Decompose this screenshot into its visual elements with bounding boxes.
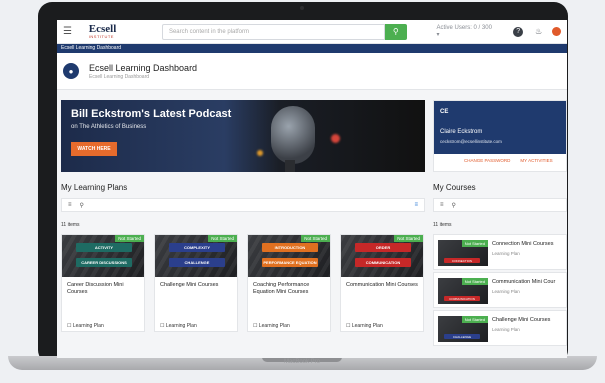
card-footer-label: Learning Plan [165,323,197,329]
search-icon: ⚲ [392,27,399,36]
card-title: Challenge Mini Courses [160,282,219,288]
page-title: Ecsell Learning Dashboard [89,62,198,73]
topic-pill: COMPLEXITY [169,243,225,252]
banner-title: Bill Eckstrom's Latest Podcast [71,108,232,120]
topic-pill: PERFORMANCE EQUATION [262,258,318,267]
card-title: Coaching Performance Equation Mini Cours… [253,282,310,296]
card-footer: ☐ Learning Plan [160,323,197,329]
breadcrumb: Ecsell Learning Dashboard [57,44,567,53]
status-badge: Not Started [461,278,488,285]
card-title: Career Discussion Mini Courses [67,282,124,296]
learning-plan-card[interactable]: Not Started INTRODUCTION PERFORMANCE EQU… [247,234,331,332]
course-thumbnail: Not Started CONNECTION [438,240,488,266]
profile-name: Claire Eckstrom [440,129,483,135]
learning-plans-filterbar: ≡ ⚲ ≡ [61,198,425,212]
profile-card: CE Claire Eckstrom ceckstrom@ecsellinsti… [433,100,567,172]
card-footer-label: Learning Plan [72,323,104,329]
course-thumbnail: Not Started CHALLENGE [438,316,488,342]
learning-plan-card[interactable]: Not Started ORDER COMMUNICATION Communic… [340,234,424,332]
bokeh-light [331,134,340,143]
avatar[interactable] [552,27,561,36]
card-footer: ☐ Learning Plan [346,323,383,329]
logo-subtext: INSTITUTE [88,34,114,39]
search-icon[interactable]: ⚲ [452,202,456,209]
course-row[interactable]: Not Started COMMUNICATION Communication … [433,272,567,308]
topic-pill: ORDER [355,243,411,252]
top-navbar: ☰ Ecsell INSTITUTE Search content in the… [57,20,567,44]
microphone-image [271,106,315,164]
podcast-banner[interactable]: Bill Eckstrom's Latest Podcast on The At… [61,100,425,172]
search-icon[interactable]: ⚲ [80,202,84,209]
filter-icon[interactable]: ≡ [68,202,72,208]
topic-pill: COMMUNICATION [355,258,411,267]
active-users-dropdown[interactable]: Active Users: 0 / 300 ▾ [437,25,496,38]
topic-pill: INTRODUCTION [262,243,318,252]
status-badge: Not Started [115,235,144,242]
course-thumbnail: Not Started COMMUNICATION [438,278,488,304]
status-badge: Not Started [461,316,488,323]
card-title: Communication Mini Courses [346,282,418,288]
course-title: Challenge Mini Courses [492,317,551,323]
status-badge: Not Started [208,235,237,242]
app-screen: ☰ Ecsell INSTITUTE Search content in the… [57,20,567,358]
microphone-stand [285,160,295,172]
page-subtitle: Ecsell Learning Dashboard [89,73,150,80]
course-subtitle: Learning Plan [492,251,520,256]
topic-pill: CAREER DISCUSSIONS [76,258,132,267]
logo[interactable]: Ecsell INSTITUTE [89,24,124,39]
camera-icon [300,6,304,10]
bokeh-light [257,150,263,156]
search-button[interactable]: ⚲ [385,23,407,40]
device-label: MacBook Pro [283,359,320,365]
page-header: ● Ecsell Learning Dashboard Ecsell Learn… [57,53,567,90]
topic-pill: ACTIVITY [76,243,132,252]
status-badge: Not Started [461,240,488,247]
help-icon[interactable]: ? [513,26,524,37]
course-row[interactable]: Not Started CONNECTION Connection Mini C… [433,234,567,270]
banner-subtitle: on The Athletics of Business [71,124,147,130]
my-courses-title: My Courses [433,183,476,192]
card-thumbnail: Not Started ORDER COMMUNICATION [341,235,423,277]
chat-icon: ☐ [253,323,258,329]
search-input[interactable]: Search content in the platform [161,23,386,40]
card-footer: ☐ Learning Plan [253,323,290,329]
bell-icon[interactable]: ♨ [535,27,542,36]
sort-icon[interactable]: ≡ [414,202,418,208]
chat-icon: ☐ [67,323,72,329]
change-password-link[interactable]: CHANGE PASSWORD [464,158,510,163]
course-row[interactable]: Not Started CHALLENGE Challenge Mini Cou… [433,310,567,346]
course-title: Connection Mini Courses [492,241,554,247]
chat-icon: ☐ [160,323,165,329]
topic-pill: CONNECTION [444,258,480,263]
topic-pill: CHALLENGE [444,334,480,339]
watch-here-button[interactable]: WATCH HERE [71,142,117,156]
profile-initials: CE [440,109,449,115]
status-badge: Not Started [394,235,423,242]
learning-plans-title: My Learning Plans [61,183,128,192]
card-footer: ☐ Learning Plan [67,323,104,329]
courses-filterbar: ≡ ⚲ [433,198,567,212]
chat-icon: ☐ [346,323,351,329]
card-thumbnail: Not Started COMPLEXITY CHALLENGE [155,235,237,277]
topic-pill: CHALLENGE [169,258,225,267]
courses-count: 11 items [433,222,452,228]
course-subtitle: Learning Plan [492,327,520,332]
card-footer-label: Learning Plan [258,323,290,329]
filter-icon[interactable]: ≡ [440,202,444,208]
my-activities-link[interactable]: MY ACTIVITIES [520,158,552,163]
learning-plan-card[interactable]: Not Started COMPLEXITY CHALLENGE Challen… [154,234,238,332]
profile-email: ceckstrom@ecsellinstitute.com [440,139,502,144]
learning-plans-count: 11 items [61,222,80,228]
topic-pill: COMMUNICATION [444,296,480,301]
card-footer-label: Learning Plan [351,323,383,329]
card-thumbnail: Not Started ACTIVITY CAREER DISCUSSIONS [62,235,144,277]
course-subtitle: Learning Plan [492,289,520,294]
status-badge: Not Started [301,235,330,242]
menu-icon[interactable]: ☰ [63,26,73,37]
dashboard-icon: ● [63,63,79,79]
learning-plan-card[interactable]: Not Started ACTIVITY CAREER DISCUSSIONS … [61,234,145,332]
card-thumbnail: Not Started INTRODUCTION PERFORMANCE EQU… [248,235,330,277]
course-title: Communication Mini Cour [492,279,556,285]
